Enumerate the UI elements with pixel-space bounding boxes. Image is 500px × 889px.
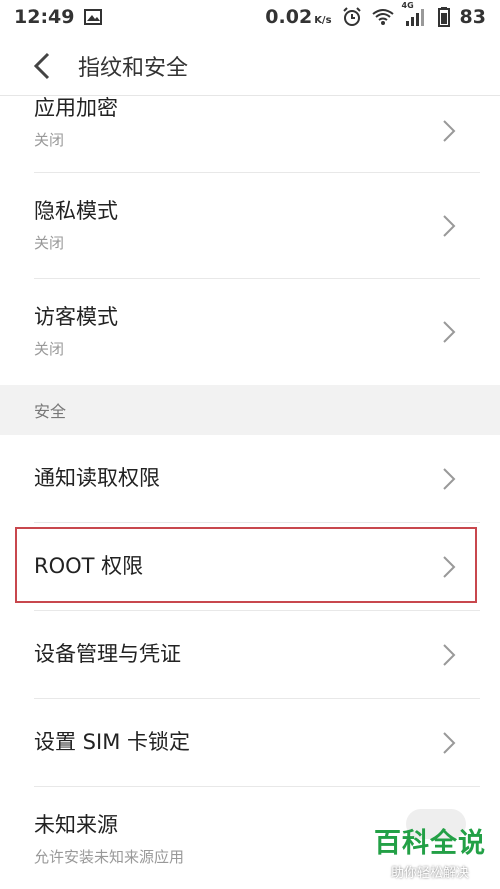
page-title: 指纹和安全 — [78, 55, 189, 81]
chevron-right-icon — [443, 321, 456, 343]
setting-device-admin[interactable]: 设备管理与凭证 — [0, 611, 500, 699]
notification-image-icon — [84, 9, 103, 25]
network-speed-unit: K/s — [314, 15, 332, 26]
network-type: 4G — [401, 1, 414, 10]
setting-notification-access[interactable]: 通知读取权限 — [0, 435, 500, 523]
alarm-icon — [342, 7, 362, 27]
setting-privacy-mode[interactable]: 隐私模式 关闭 — [0, 173, 500, 279]
setting-title: 访客模式 — [34, 304, 118, 329]
status-right: 0.02 K/s 4G 83 — [265, 1, 486, 28]
network-speed: 0.02 K/s — [265, 6, 331, 28]
setting-subtitle: 关闭 — [34, 340, 65, 359]
settings-list: 应用加密 关闭 隐私模式 关闭 访客模式 关闭 安全 通知读取权限 ROOT 权… — [0, 96, 500, 889]
setting-guest-mode[interactable]: 访客模式 关闭 — [0, 279, 500, 385]
setting-title: 应用加密 — [34, 96, 118, 120]
setting-subtitle: 关闭 — [34, 234, 65, 253]
battery-level: 83 — [459, 6, 486, 28]
watermark: 百科全说 助你轻松解决 — [374, 821, 486, 881]
battery-icon — [437, 7, 450, 27]
setting-root-permission[interactable]: ROOT 权限 — [0, 523, 500, 611]
setting-title: 通知读取权限 — [34, 466, 160, 491]
wifi-icon — [371, 8, 394, 26]
chevron-right-icon — [443, 644, 456, 666]
watermark-title: 百科全说 — [374, 828, 486, 859]
section-header-security: 安全 — [0, 385, 500, 435]
setting-title: 设备管理与凭证 — [34, 642, 181, 667]
chevron-right-icon — [443, 556, 456, 578]
signal-icon: 4G — [402, 1, 428, 27]
chevron-right-icon — [443, 468, 456, 490]
setting-title: ROOT 权限 — [34, 554, 144, 579]
setting-sim-lock[interactable]: 设置 SIM 卡锁定 — [0, 699, 500, 787]
network-speed-value: 0.02 — [265, 6, 313, 28]
chevron-right-icon — [443, 215, 456, 237]
setting-title: 设置 SIM 卡锁定 — [34, 730, 190, 755]
watermark-subtitle: 助你轻松解决 — [390, 866, 469, 881]
chevron-right-icon — [443, 732, 456, 754]
setting-app-encryption[interactable]: 应用加密 关闭 — [0, 96, 500, 173]
status-left: 12:49 — [14, 6, 103, 28]
header: 指纹和安全 — [0, 36, 500, 96]
chevron-right-icon — [443, 120, 456, 142]
setting-title: 隐私模式 — [34, 198, 118, 223]
screen: 12:49 0.02 K/s 4G 83 指纹和安全 应用加密 关闭 隐私模式 … — [0, 0, 500, 889]
back-arrow-icon — [33, 52, 50, 79]
status-bar: 12:49 0.02 K/s 4G 83 — [0, 0, 500, 34]
status-time: 12:49 — [14, 6, 75, 28]
back-button[interactable] — [22, 46, 62, 86]
setting-subtitle: 关闭 — [34, 131, 65, 150]
